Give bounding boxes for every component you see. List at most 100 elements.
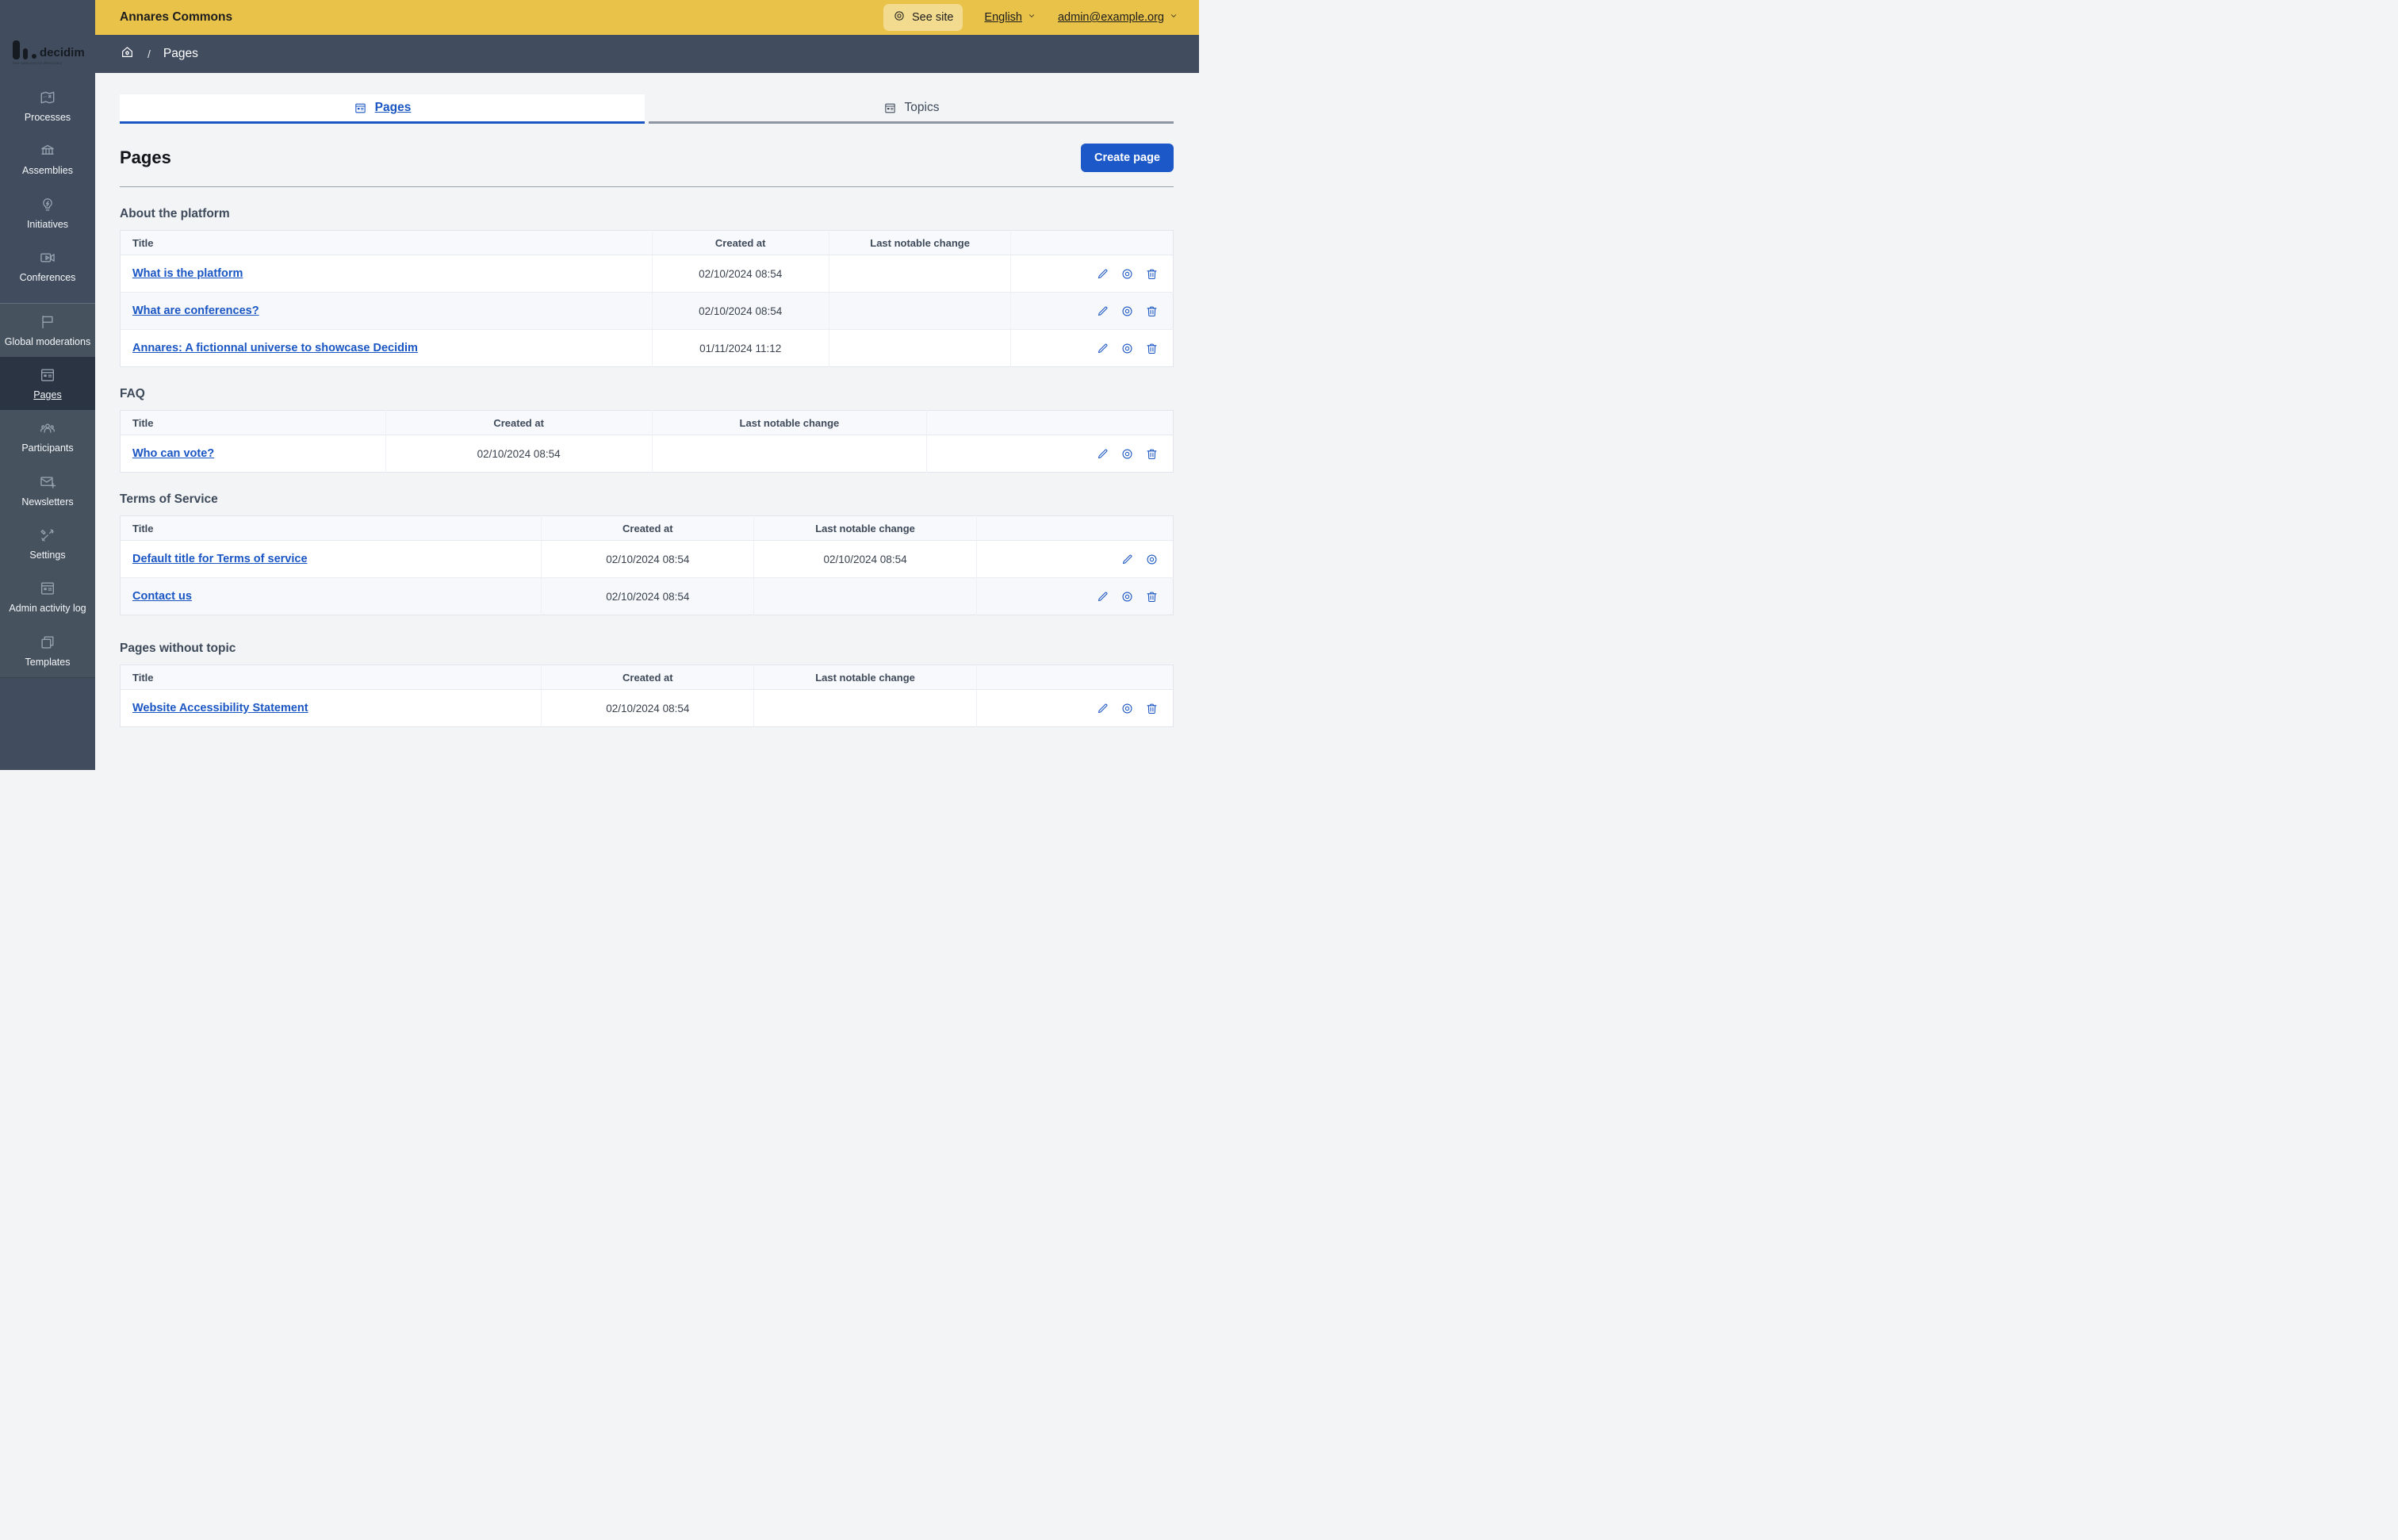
section-heading: Pages without topic	[120, 642, 236, 655]
edit-icon	[1123, 554, 1132, 564]
edit-icon	[1098, 703, 1108, 713]
delete-button[interactable]	[1145, 702, 1159, 715]
account-menu[interactable]: admin@example.org	[1058, 11, 1178, 24]
sidebar-item-newsletters[interactable]: Newsletters	[0, 464, 95, 517]
table-row: Who can vote? 02/10/2024 08:54	[120, 435, 1174, 473]
page-link[interactable]: Website Accessibility Statement	[132, 702, 308, 714]
row-actions	[976, 577, 1174, 615]
sidebar-item-templates[interactable]: Templates	[0, 624, 95, 677]
sidebar: decidim free open-source democracy Proce…	[0, 0, 95, 770]
sidebar-item-settings[interactable]: Settings	[0, 517, 95, 570]
delete-button[interactable]	[1145, 342, 1159, 355]
preview-icon	[1122, 343, 1132, 353]
preview-icon	[1122, 306, 1132, 316]
column-last-change: Last notable change	[753, 665, 977, 690]
table-header-row: Title Created at Last notable change	[120, 410, 1174, 435]
edit-button[interactable]	[1096, 447, 1109, 461]
column-actions	[976, 665, 1174, 690]
preview-icon	[1122, 269, 1132, 278]
decidim-logo[interactable]: decidim free open-source democracy	[0, 0, 95, 73]
preview-button[interactable]	[1120, 447, 1134, 461]
last-change-cell	[753, 577, 977, 615]
sidebar-item-global-moderations[interactable]: Global moderations	[0, 304, 95, 357]
preview-button[interactable]	[1120, 590, 1134, 603]
edit-button[interactable]	[1096, 590, 1109, 603]
tab-topics[interactable]: Topics	[649, 94, 1174, 124]
table-row: What are conferences? 02/10/2024 08:54	[120, 292, 1174, 330]
last-change-cell	[652, 435, 928, 473]
edit-icon	[1098, 591, 1108, 601]
delete-icon	[1147, 343, 1157, 354]
delete-button[interactable]	[1145, 267, 1159, 281]
title-cell: What is the platform	[120, 255, 653, 293]
edit-button[interactable]	[1096, 342, 1109, 355]
preview-icon	[1147, 554, 1157, 564]
preview-button[interactable]	[1120, 342, 1134, 355]
breadcrumb-home-link[interactable]	[120, 44, 135, 63]
created-at-cell: 02/10/2024 08:54	[652, 255, 829, 293]
delete-button[interactable]	[1145, 590, 1159, 603]
edit-icon	[1098, 448, 1108, 458]
column-created-at: Created at	[385, 410, 653, 435]
page-link[interactable]: Default title for Terms of service	[132, 553, 308, 565]
sidebar-item-pages[interactable]: Pages	[0, 356, 95, 411]
page-link[interactable]: Who can vote?	[132, 447, 214, 460]
row-actions	[976, 690, 1173, 727]
chevron-down-icon	[1170, 14, 1177, 17]
flag-icon	[42, 315, 53, 328]
column-last-change: Last notable change	[753, 515, 977, 541]
topbar: Annares Commons See site English admin@e…	[95, 0, 1199, 35]
sidebar-item-conferences[interactable]: Conferences	[0, 239, 95, 293]
breadcrumb-separator: /	[147, 48, 151, 60]
edit-button[interactable]	[1120, 553, 1134, 566]
table-row: Website Accessibility Statement 02/10/20…	[120, 689, 1174, 727]
page-link[interactable]: What is the platform	[132, 267, 243, 280]
page-link[interactable]: What are conferences?	[132, 305, 259, 317]
preview-button[interactable]	[1120, 305, 1134, 318]
sidebar-item-initiatives[interactable]: Initiatives	[0, 186, 95, 239]
decidim-logo-icon: decidim	[13, 40, 95, 59]
sidebar-nav-primary: Processes Assemblies Initiatives Conference…	[0, 73, 95, 303]
tab-pages[interactable]: Pages	[120, 94, 645, 124]
created-at-cell: 02/10/2024 08:54	[541, 689, 755, 727]
edit-button[interactable]	[1096, 702, 1109, 715]
table-header-row: Title Created at Last notable change	[120, 515, 1174, 541]
delete-button[interactable]	[1145, 447, 1159, 461]
column-title: Title	[120, 230, 653, 255]
sidebar-item-label: Participants	[21, 442, 74, 454]
home-icon	[122, 47, 132, 57]
edit-button[interactable]	[1096, 305, 1109, 318]
tab-label: Pages	[374, 101, 412, 114]
table-row: Contact us 02/10/2024 08:54	[120, 577, 1174, 615]
lightbulb-icon	[43, 197, 52, 211]
article-icon	[40, 369, 55, 381]
preview-button[interactable]	[1120, 267, 1134, 281]
preview-button[interactable]	[1145, 553, 1159, 566]
sidebar-item-assemblies[interactable]: Assemblies	[0, 132, 95, 186]
sidebar-item-participants[interactable]: Participants	[0, 410, 95, 463]
delete-button[interactable]	[1145, 305, 1159, 318]
sidebar-item-label: Templates	[25, 656, 71, 668]
edit-button[interactable]	[1096, 267, 1109, 281]
created-at-cell: 02/10/2024 08:54	[385, 435, 653, 473]
create-page-button[interactable]: Create page	[1080, 144, 1174, 172]
title-cell: Website Accessibility Statement	[120, 689, 542, 727]
sidebar-item-admin-activity-log[interactable]: Admin activity log	[0, 570, 95, 623]
content: Pages Topics Pages Create page About the …	[95, 73, 1199, 770]
row-actions	[1010, 292, 1174, 330]
tools-icon	[40, 529, 54, 542]
preview-button[interactable]	[1120, 702, 1134, 715]
sidebar-item-processes[interactable]: Processes	[0, 79, 95, 132]
language-menu[interactable]: English	[984, 11, 1036, 24]
sidebar-item-label: Processes	[24, 112, 71, 123]
table-header-row: Title Created at Last notable change	[120, 665, 1174, 690]
logo-text: decidim	[40, 46, 85, 59]
page-link[interactable]: Annares: A fictionnal universe to showca…	[132, 342, 418, 354]
preview-icon	[1122, 592, 1132, 601]
main-column: Annares Commons See site English admin@e…	[95, 0, 1199, 770]
page-link[interactable]: Contact us	[132, 590, 192, 603]
see-site-button[interactable]: See site	[883, 4, 963, 31]
column-last-change: Last notable change	[829, 230, 1012, 255]
delete-icon	[1147, 269, 1157, 279]
account-label: admin@example.org	[1057, 11, 1164, 24]
